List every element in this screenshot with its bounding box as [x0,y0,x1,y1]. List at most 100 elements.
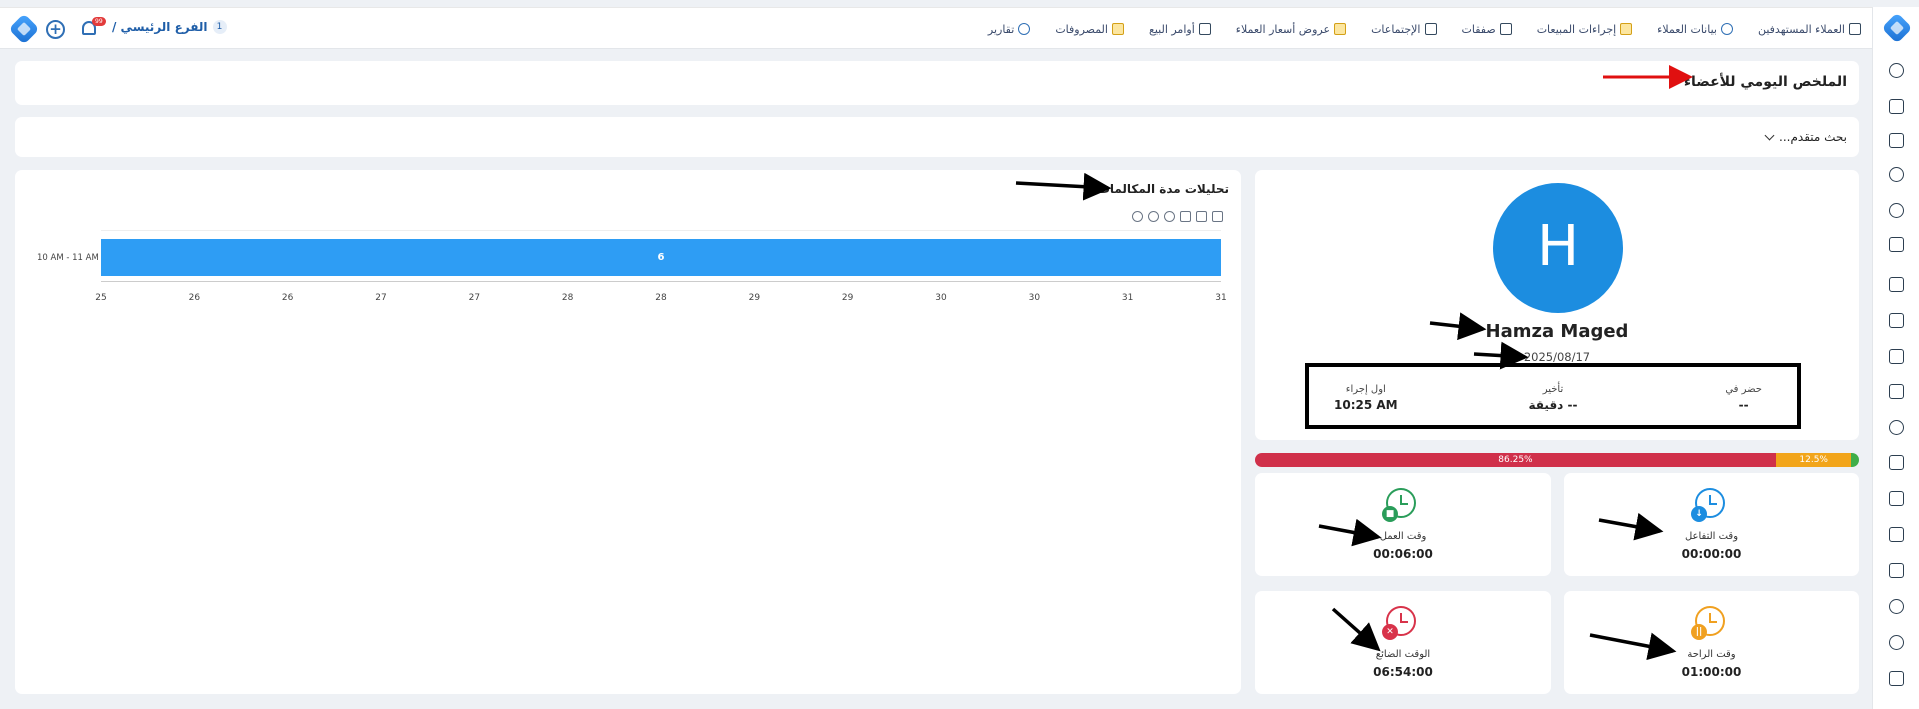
coins-icon[interactable] [1889,599,1904,614]
stat-present-value: -- [1738,398,1749,412]
top-bar: + 99 1 الفرع الرئيسي / العملاء المستهدفي… [0,7,1919,49]
x-tick-label: 28 [561,293,574,303]
watch-icon[interactable] [1889,420,1904,435]
x-tick-label: 29 [841,293,854,303]
cart-icon[interactable] [1889,563,1904,578]
pen-icon[interactable] [1889,527,1904,542]
category-label: 10 AM - 11 AM [37,253,99,263]
work-time-tile: ■ وقت العمل 00:06:00 [1255,473,1551,576]
nav-label: المصروفات [1055,22,1108,36]
target-users-icon [1849,23,1861,35]
telephone-icon[interactable] [1889,237,1904,252]
wasted-time-segment: 86.25% [1255,453,1776,467]
attendance-stats: حضر في -- تأخير -- دقيقة اول إجراء 10:25… [1305,363,1801,429]
phone-icon[interactable] [1889,167,1904,182]
call-duration-chart-card: تحليلات مدة المكالمات 10 AM - 11 AM 6 25… [15,170,1241,694]
zoom-in-icon[interactable] [1132,211,1143,222]
mountain-icon[interactable] [1889,455,1904,470]
stat-first-action: اول إجراء 10:25 AM [1334,384,1398,412]
notification-badge: 99 [92,17,106,26]
top-navigation: العملاء المستهدفين بيانات العملاء إجراءا… [988,8,1861,50]
tile-label: وقت التفاعل [1684,531,1739,542]
nav-quotes[interactable]: عروض أسعار العملاء [1235,22,1347,36]
nav-label: صفقات [1461,22,1496,36]
x-tick-label: 26 [281,293,294,303]
nav-label: الإجتماعات [1371,22,1421,36]
nav-label: تقارير [987,22,1015,36]
cancel-badge-icon: ✕ [1382,624,1398,640]
app-logo[interactable] [8,13,40,45]
user-settings-icon[interactable] [1889,635,1904,650]
download-badge-icon: ↓ [1691,506,1707,522]
x-tick-label: 29 [748,293,761,303]
money-icon[interactable] [1889,349,1904,364]
summary-date: 2025/08/17 [1523,350,1591,364]
nav-target-customers[interactable]: العملاء المستهدفين [1758,23,1861,36]
add-button[interactable]: + [46,20,65,39]
chart-bar[interactable]: 6 [101,239,1221,276]
x-tick-label: 31 [1215,293,1227,303]
home-reset-icon[interactable] [1196,211,1207,222]
reports-icon [1018,23,1031,35]
chart-menu-icon[interactable] [1212,211,1223,222]
x-tick-label: 31 [1121,293,1134,303]
nav-label: عروض أسعار العملاء [1235,22,1331,36]
stat-late-label: تأخير [1542,384,1564,395]
warning-icon[interactable] [1889,384,1904,399]
advanced-search-panel[interactable]: بحث متقدم... [15,117,1859,157]
pause-badge-icon: || [1691,624,1707,640]
nav-label: العملاء المستهدفين [1757,22,1845,36]
nav-customer-data[interactable]: بيانات العملاء [1657,23,1733,36]
nav-label: أوامر البيع [1148,22,1195,36]
tile-value: 00:06:00 [1373,547,1433,561]
branch-selector[interactable]: 1 الفرع الرئيسي / [112,20,227,34]
page-title-card: الملخص اليومي للأعضاء [15,61,1859,105]
advanced-search-label: بحث متقدم... [1779,130,1847,144]
tile-label: الوقت الضائع [1375,649,1431,660]
location-icon[interactable] [1889,203,1904,218]
avatar: H [1493,183,1623,313]
tile-label: وقت العمل [1379,531,1427,542]
invoice-icon[interactable] [1889,491,1904,506]
sign-icon[interactable] [1889,133,1904,148]
quotes-icon [1334,23,1347,35]
chart-title: تحليلات مدة المكالمات [1097,182,1229,196]
x-tick-label: 27 [468,293,481,303]
nav-sales-orders[interactable]: أوامر البيع [1149,23,1211,36]
tile-value: 01:00:00 [1681,665,1742,679]
meetings-icon [1424,23,1437,35]
nav-reports[interactable]: تقارير [987,22,1031,36]
nav-label: إجراءات المبيعات [1536,22,1617,36]
member-name: Hamza Maged [1485,321,1629,342]
x-tick-label: 26 [188,293,201,303]
users-icon[interactable] [1889,63,1904,78]
page-title: الملخص اليومي للأعضاء [1683,74,1847,90]
stat-present-label: حضر في [1725,384,1762,395]
calendar-settings-icon[interactable] [1889,277,1904,292]
x-tick-label: 30 [1028,293,1041,303]
zoom-out-icon[interactable] [1148,211,1159,222]
nav-deals[interactable]: صفقات [1462,23,1512,36]
branch-name: الفرع الرئيسي / [112,20,208,34]
document-icon[interactable] [1889,99,1904,114]
stat-first-action-value: 10:25 AM [1334,398,1398,412]
tile-value: 00:00:00 [1681,547,1742,561]
advanced-search-toggle[interactable]: بحث متقدم... [1764,130,1847,144]
delivery-icon[interactable] [1889,671,1904,686]
bar-value-label: 6 [657,252,665,263]
zoom-select-icon[interactable] [1164,211,1175,222]
chart-toolbar [1132,211,1223,222]
team-icon[interactable] [1889,313,1904,328]
stat-first-action-label: اول إجراء [1345,384,1386,395]
right-sidebar [1872,7,1919,709]
break-time-tile: || وقت الراحة 01:00:00 [1564,591,1859,694]
expenses-icon [1111,23,1124,35]
stat-late: تأخير -- دقيقة [1521,384,1585,412]
pan-icon[interactable] [1180,211,1191,222]
nav-meetings[interactable]: الإجتماعات [1371,22,1437,36]
nav-expenses[interactable]: المصروفات [1055,23,1124,36]
sidebar-logo[interactable] [1881,12,1913,44]
nav-sales-actions[interactable]: إجراءات المبيعات [1536,22,1633,36]
interaction-time-tile: ↓ وقت التفاعل 00:00:00 [1564,473,1859,576]
break-time-segment: 12.5% [1775,453,1852,467]
